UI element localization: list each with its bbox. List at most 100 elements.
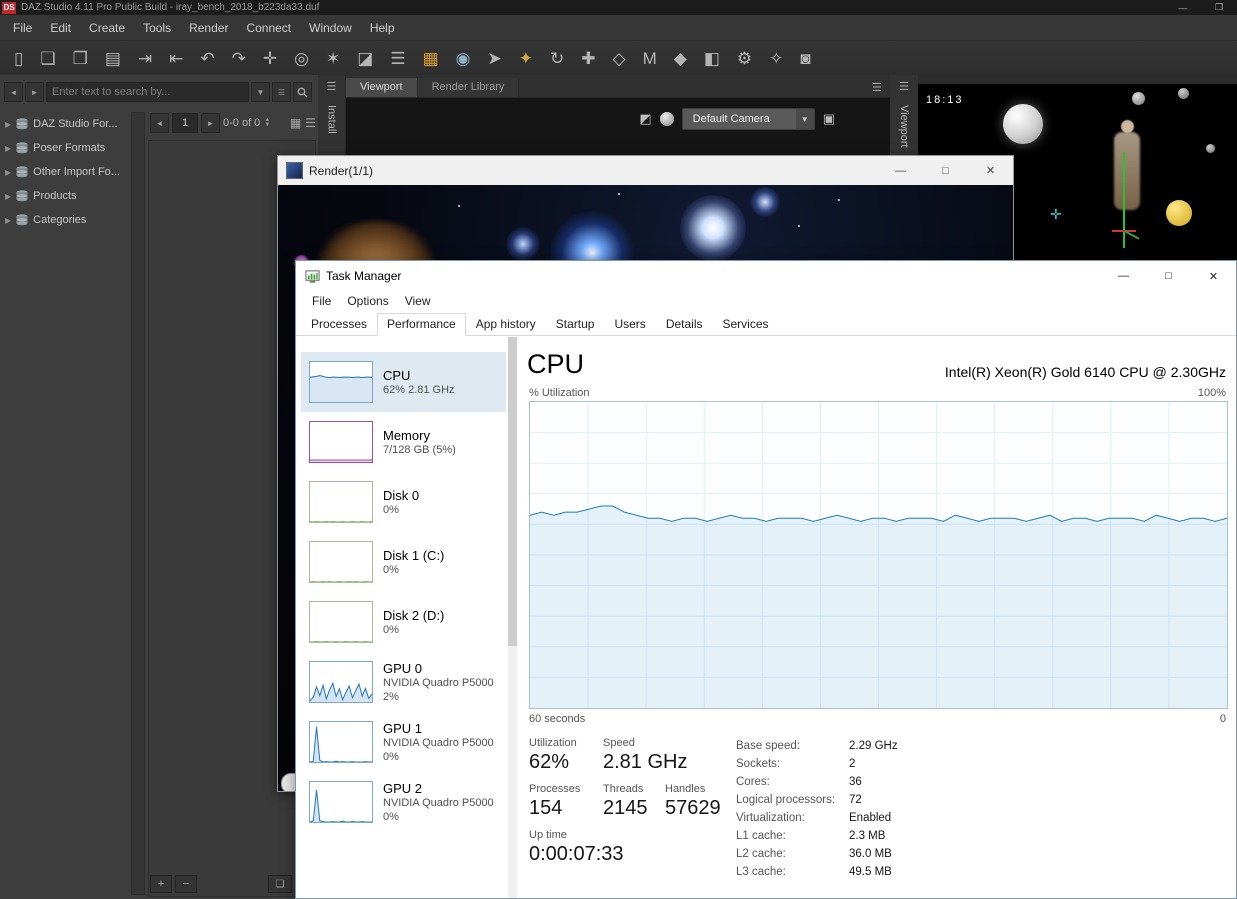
daz-menu-item[interactable]: Render: [180, 21, 237, 35]
tm-tab[interactable]: App history: [466, 313, 546, 336]
tab-viewport[interactable]: Viewport: [346, 78, 418, 97]
camera-capture-icon[interactable]: ◙: [800, 50, 810, 67]
powerpose-icon[interactable]: ⚙: [737, 50, 752, 67]
import-icon[interactable]: ⇥: [138, 50, 152, 67]
spot-render-icon[interactable]: ◉: [456, 50, 471, 67]
search-dropdown-icon[interactable]: ▼: [251, 82, 270, 102]
perf-item-gpu2[interactable]: GPU 2 NVIDIA Quadro P5000 0%: [301, 772, 506, 832]
tm-maximize-button[interactable]: □: [1146, 262, 1191, 291]
tm-tab[interactable]: Performance: [377, 313, 466, 336]
page-prev-icon[interactable]: ◄: [150, 113, 169, 133]
search-icon[interactable]: [293, 82, 312, 102]
create-camera-icon[interactable]: ◎: [294, 50, 309, 67]
memorize-pose-icon[interactable]: M: [643, 50, 657, 67]
tm-menu-item[interactable]: View: [397, 294, 439, 308]
viewport-pane-tab[interactable]: Viewport: [898, 105, 910, 148]
perf-item-disk2[interactable]: Disk 2 (D:) 0%: [301, 592, 506, 652]
aux-viewport-icon[interactable]: ◩: [639, 111, 651, 127]
render-minimize-button[interactable]: —: [878, 156, 923, 185]
daz-menu-item[interactable]: File: [4, 21, 41, 35]
tm-tab[interactable]: Services: [713, 313, 779, 336]
daz-menu-item[interactable]: Tools: [134, 21, 180, 35]
redo-icon[interactable]: ↷: [232, 50, 246, 67]
joint-editor-icon[interactable]: ✧: [769, 50, 783, 67]
render-icon[interactable]: ▦: [423, 50, 439, 67]
render-maximize-button[interactable]: □: [923, 156, 968, 185]
camera-selector[interactable]: Default Camera ▼: [681, 108, 815, 130]
tm-tab[interactable]: Details: [656, 313, 713, 336]
tree-scrollbar[interactable]: [131, 112, 145, 895]
search-filter-icon[interactable]: ☰: [272, 82, 291, 102]
tm-menu-item[interactable]: Options: [339, 294, 396, 308]
pane-menu-icon[interactable]: ☰: [318, 80, 345, 93]
perf-item-gpu0[interactable]: GPU 0 NVIDIA Quadro P5000 2%: [301, 652, 506, 712]
expand-arrow-icon[interactable]: ▶: [5, 144, 11, 153]
tree-item[interactable]: ▶ DAZ Studio For...: [0, 112, 130, 136]
daz-menu-item[interactable]: Help: [361, 21, 404, 35]
render-close-button[interactable]: ✕: [968, 156, 1013, 185]
undo-icon[interactable]: ↶: [200, 50, 214, 67]
grid-view-icon[interactable]: ▦: [290, 116, 301, 130]
expand-arrow-icon[interactable]: ▶: [5, 192, 11, 201]
cpu-utilization-chart[interactable]: [529, 401, 1228, 709]
install-pane-tab[interactable]: Install: [326, 105, 338, 134]
daz-restore-button[interactable]: ❐: [1201, 2, 1237, 13]
daz-menu-item[interactable]: Window: [300, 21, 361, 35]
daz-minimize-button[interactable]: —: [1165, 3, 1201, 13]
restore-pose-icon[interactable]: ◆: [674, 50, 687, 67]
tree-item[interactable]: ▶ Other Import Fo...: [0, 160, 130, 184]
search-input[interactable]: [46, 82, 249, 102]
tm-menu-item[interactable]: File: [304, 294, 339, 308]
align-icon[interactable]: ☰: [390, 50, 405, 67]
scene-key-icon[interactable]: ✦: [519, 50, 533, 67]
pane-options-button[interactable]: ❏: [268, 875, 292, 893]
surface-selection-icon[interactable]: ◧: [704, 50, 720, 67]
camera-dropdown-icon[interactable]: ▼: [795, 109, 814, 129]
remove-button[interactable]: −: [175, 875, 197, 893]
perf-item-cpu[interactable]: CPU 62% 2.81 GHz: [301, 352, 506, 412]
daz-menu-item[interactable]: Connect: [237, 21, 300, 35]
create-null-icon[interactable]: ✛: [263, 50, 277, 67]
tm-tab[interactable]: Processes: [301, 313, 377, 336]
expand-arrow-icon[interactable]: ▶: [5, 120, 11, 129]
list-view-icon[interactable]: ☰: [305, 116, 316, 130]
perf-item-disk1[interactable]: Disk 1 (C:) 0%: [301, 532, 506, 592]
view-cube-icon[interactable]: ▣: [823, 111, 835, 127]
expand-arrow-icon[interactable]: ▶: [5, 168, 11, 177]
perf-item-gpu1[interactable]: GPU 1 NVIDIA Quadro P5000 0%: [301, 712, 506, 772]
tree-item[interactable]: ▶ Products: [0, 184, 130, 208]
right-pane-menu-icon[interactable]: ☰: [890, 80, 918, 93]
page-next-icon[interactable]: ►: [201, 113, 220, 133]
search-forward-icon[interactable]: ►: [25, 82, 44, 102]
add-button[interactable]: +: [150, 875, 172, 893]
create-primitive-icon[interactable]: ◪: [357, 50, 373, 67]
tab-render-library[interactable]: Render Library: [417, 78, 520, 97]
tree-item[interactable]: ▶ Poser Formats: [0, 136, 130, 160]
tree-item[interactable]: ▶ Categories: [0, 208, 130, 232]
search-back-icon[interactable]: ◄: [4, 82, 23, 102]
expand-arrow-icon[interactable]: ▶: [5, 216, 11, 225]
scale-tool-icon[interactable]: ◇: [612, 50, 625, 67]
perf-item-memory[interactable]: Memory 7/128 GB (5%): [301, 412, 506, 472]
open-file-icon[interactable]: ❏: [40, 50, 55, 67]
tm-close-button[interactable]: ✕: [1191, 262, 1236, 291]
perf-item-disk0[interactable]: Disk 0 0%: [301, 472, 506, 532]
draw-style-sphere-icon[interactable]: [659, 112, 674, 126]
page-number-input[interactable]: [172, 113, 198, 133]
export-icon[interactable]: ⇤: [169, 50, 183, 67]
tm-tab[interactable]: Startup: [546, 313, 605, 336]
range-spinner[interactable]: ▲ ▼: [264, 117, 270, 128]
translate-tool-icon[interactable]: ✚: [581, 50, 595, 67]
tm-tab[interactable]: Users: [604, 313, 655, 336]
daz-menu-item[interactable]: Edit: [41, 21, 80, 35]
viewport-pane-menu-icon[interactable]: ☰: [864, 81, 890, 97]
node-selection-tool-icon[interactable]: ➤: [487, 50, 501, 67]
spinner-down-icon[interactable]: ▼: [264, 122, 270, 128]
open-recent-icon[interactable]: ❐: [73, 50, 88, 67]
sidebar-scrollbar[interactable]: [508, 337, 517, 898]
daz-menu-item[interactable]: Create: [80, 21, 134, 35]
rotate-tool-icon[interactable]: ↻: [550, 50, 564, 67]
tm-minimize-button[interactable]: —: [1101, 262, 1146, 291]
create-light-icon[interactable]: ✶: [326, 50, 340, 67]
save-icon[interactable]: ▤: [105, 50, 121, 67]
